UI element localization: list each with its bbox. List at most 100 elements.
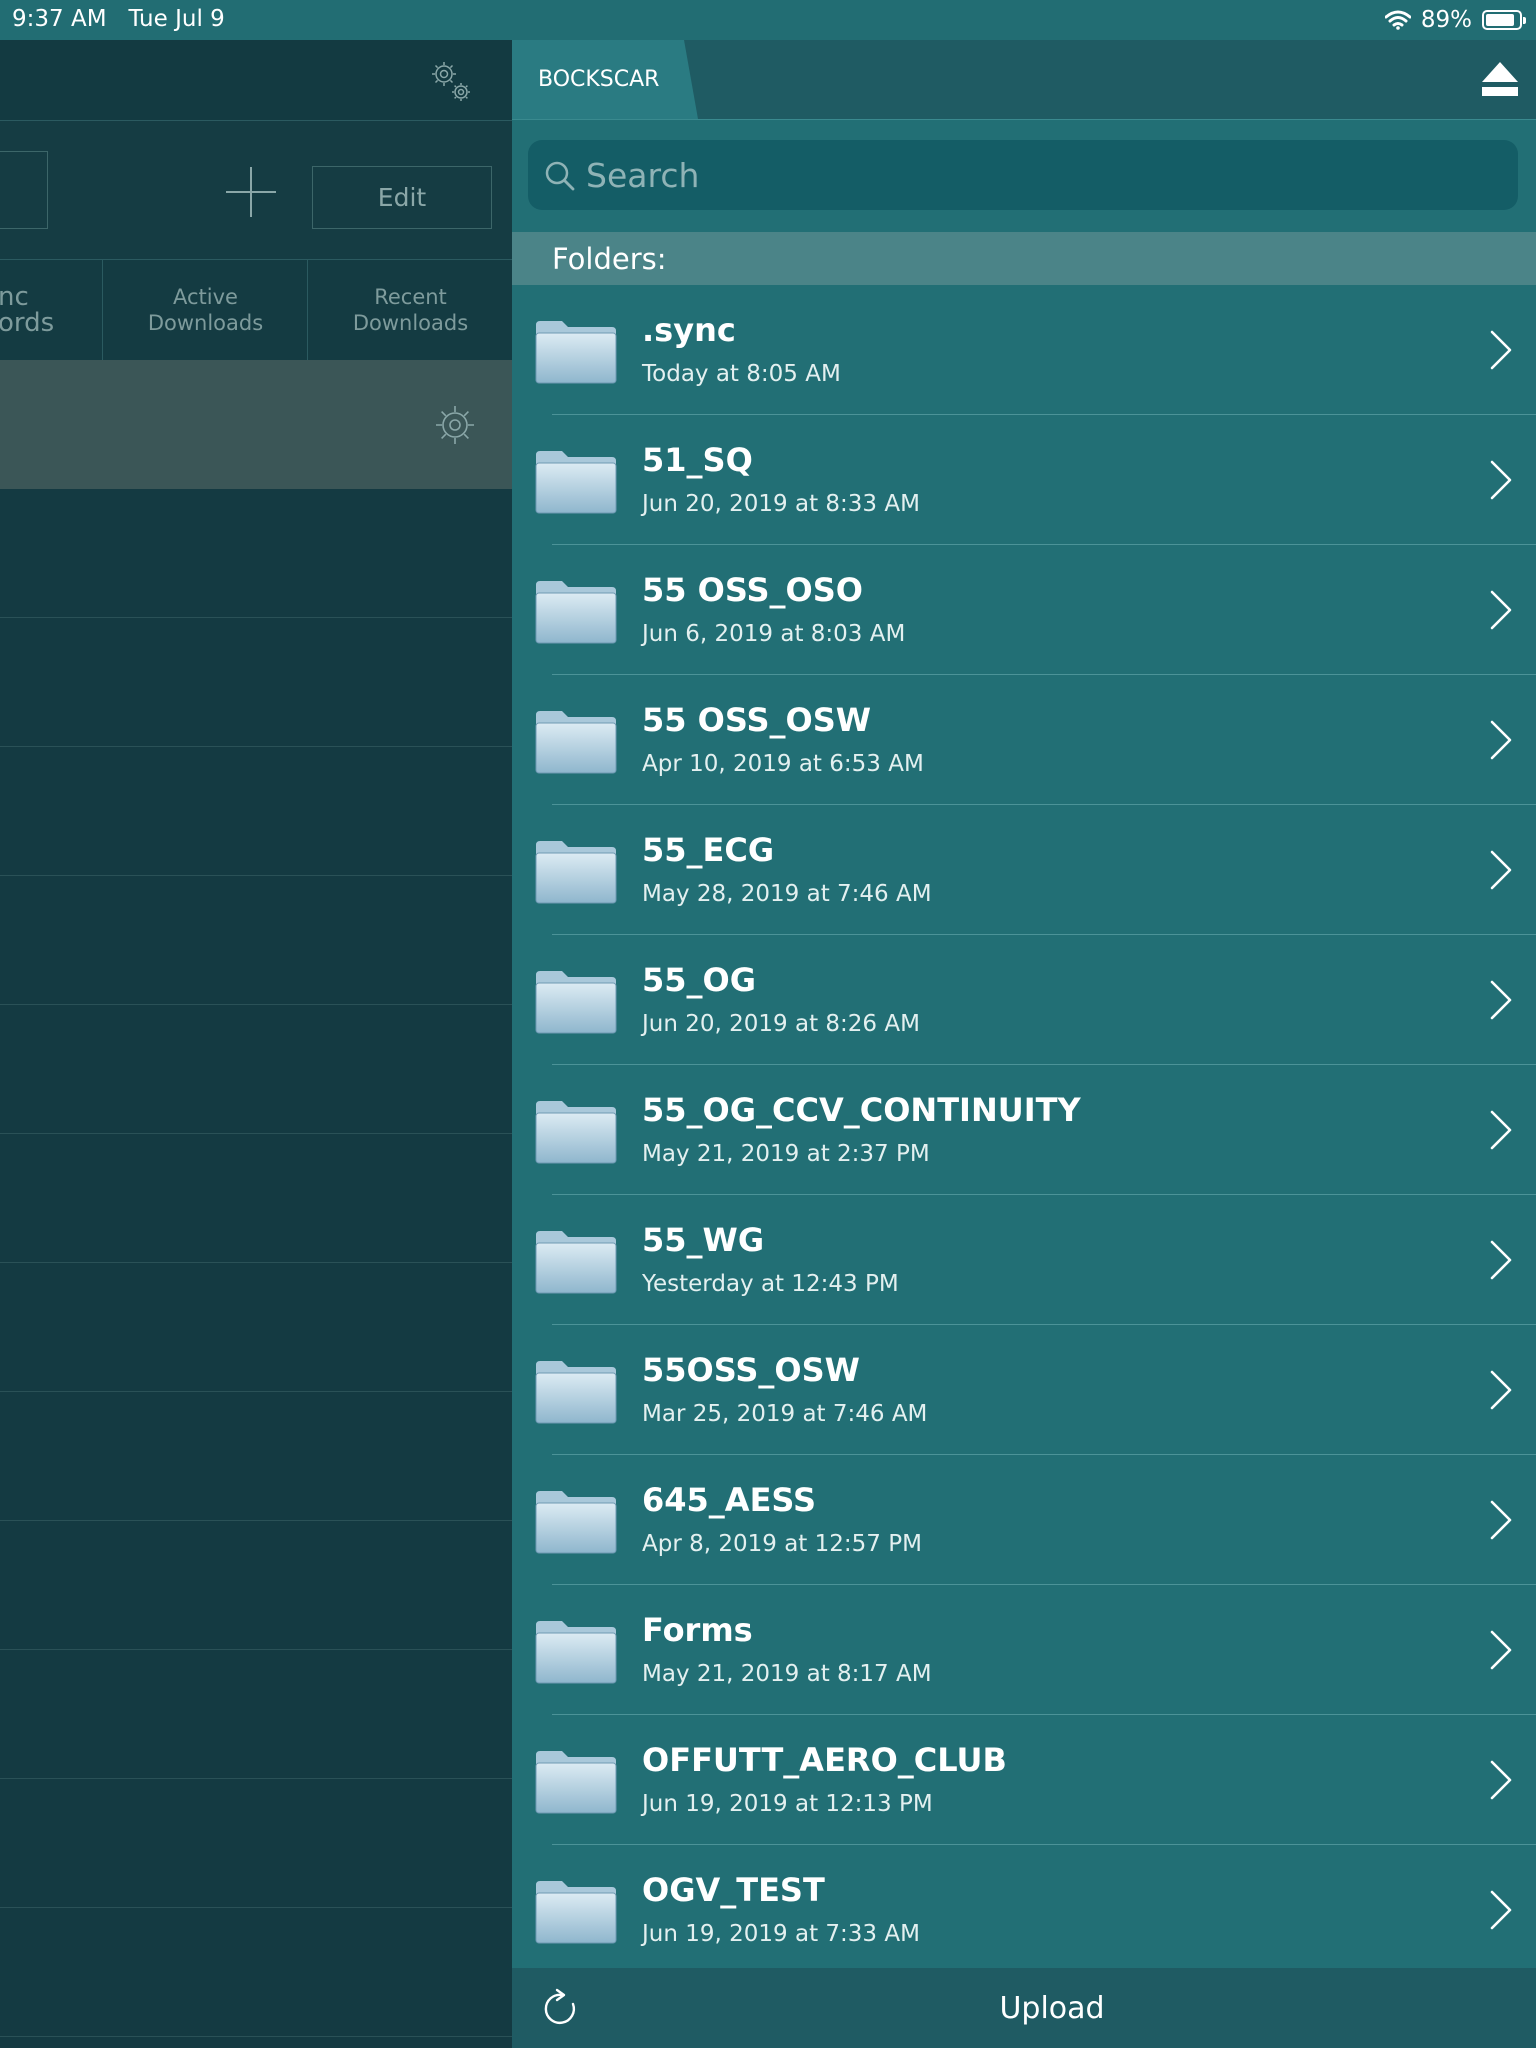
battery-icon xyxy=(1482,10,1526,30)
chevron-right-icon xyxy=(1490,720,1512,760)
tab-sync-records[interactable]: nc ords xyxy=(0,260,98,360)
folder-icon xyxy=(535,841,617,904)
left-toolbar: Edit xyxy=(0,121,512,259)
folder-name: 51_SQ xyxy=(642,441,753,479)
folder-name: 55 OSS_OSW xyxy=(642,701,872,739)
folder-row[interactable]: 55_OG Jun 20, 2019 at 8:26 AM xyxy=(512,935,1536,1065)
tab-recent-line2: Downloads xyxy=(352,311,469,335)
chevron-right-icon xyxy=(1490,330,1512,370)
list-item xyxy=(0,1521,512,1650)
wifi-icon xyxy=(1384,10,1411,30)
chevron-right-icon xyxy=(1490,1500,1512,1540)
list-item xyxy=(0,1392,512,1521)
folder-row[interactable]: 55 OSS_OSW Apr 10, 2019 at 6:53 AM xyxy=(512,675,1536,805)
folder-icon xyxy=(535,1881,617,1944)
search-input[interactable] xyxy=(586,155,1486,195)
folder-row[interactable]: 51_SQ Jun 20, 2019 at 8:33 AM xyxy=(512,415,1536,545)
selected-server-row[interactable] xyxy=(0,360,512,489)
folder-name: 55_OG_CCV_CONTINUITY xyxy=(642,1091,1081,1129)
tab-active-line1: Active xyxy=(173,285,238,309)
folder-row[interactable]: 645_AESS Apr 8, 2019 at 12:57 PM xyxy=(512,1455,1536,1585)
folder-name: .sync xyxy=(642,311,736,349)
chevron-right-icon xyxy=(1490,460,1512,500)
chevron-right-icon xyxy=(1490,1760,1512,1800)
folder-name: 55_OG xyxy=(642,961,756,999)
folder-icon xyxy=(535,1491,617,1554)
list-item xyxy=(0,1908,512,2037)
list-item xyxy=(0,618,512,747)
battery-percent: 89% xyxy=(1420,7,1472,33)
folder-date: May 21, 2019 at 2:37 PM xyxy=(642,1141,930,1167)
folder-icon xyxy=(535,1751,617,1814)
chevron-right-icon xyxy=(1490,850,1512,890)
folder-icon xyxy=(535,1231,617,1294)
folder-date: Jun 19, 2019 at 7:33 AM xyxy=(642,1921,920,1947)
search-icon xyxy=(545,161,575,191)
chevron-right-icon xyxy=(1490,1370,1512,1410)
tab-sync-line2: ords xyxy=(0,308,55,338)
chevron-right-icon xyxy=(1490,1630,1512,1670)
left-tab-bar: nc ords Active Downloads Recent Download… xyxy=(0,259,512,361)
folder-name: OFFUTT_AERO_CLUB xyxy=(642,1741,1007,1779)
folder-date: Mar 25, 2019 at 7:46 AM xyxy=(642,1401,928,1427)
bottom-toolbar: Upload xyxy=(512,1968,1536,2048)
left-pane: Edit nc ords Active Downloads Recent Dow… xyxy=(0,40,512,2048)
folder-date: May 21, 2019 at 8:17 AM xyxy=(642,1661,932,1687)
folder-icon xyxy=(535,1101,617,1164)
left-nav-bar xyxy=(0,40,512,121)
tab-active-line2: Downloads xyxy=(147,311,264,335)
folder-name: 55_ECG xyxy=(642,831,775,869)
folder-icon xyxy=(535,581,617,644)
tab-recent-line1: Recent xyxy=(374,285,447,309)
edit-button[interactable]: Edit xyxy=(312,166,492,229)
folder-date: Today at 8:05 AM xyxy=(642,361,841,387)
folder-row[interactable]: .sync Today at 8:05 AM xyxy=(512,285,1536,415)
folder-name: Forms xyxy=(642,1611,753,1649)
folder-row[interactable]: 55 OSS_OSO Jun 6, 2019 at 8:03 AM xyxy=(512,545,1536,675)
folder-row[interactable]: 55_ECG May 28, 2019 at 7:46 AM xyxy=(512,805,1536,935)
list-item xyxy=(0,747,512,876)
list-item xyxy=(0,489,512,618)
left-segment-box[interactable] xyxy=(0,151,48,229)
tab-active-downloads[interactable]: Active Downloads xyxy=(102,260,308,360)
list-item xyxy=(0,1005,512,1134)
list-item xyxy=(0,1650,512,1779)
folder-date: Jun 20, 2019 at 8:26 AM xyxy=(642,1011,920,1037)
folder-row[interactable]: 55_WG Yesterday at 12:43 PM xyxy=(512,1195,1536,1325)
search-bar[interactable] xyxy=(528,140,1518,210)
folder-row[interactable]: OFFUTT_AERO_CLUB Jun 19, 2019 at 12:13 PM xyxy=(512,1715,1536,1845)
list-item xyxy=(0,876,512,1005)
folder-icon xyxy=(535,1621,617,1684)
folder-date: Yesterday at 12:43 PM xyxy=(642,1271,899,1297)
status-time: 9:37 AM Tue Jul 9 xyxy=(12,6,225,32)
chevron-right-icon xyxy=(1490,980,1512,1020)
folder-name: 55OSS_OSW xyxy=(642,1351,860,1389)
folder-date: Jun 6, 2019 at 8:03 AM xyxy=(642,621,906,647)
eject-icon[interactable] xyxy=(1480,60,1520,98)
folder-icon xyxy=(535,711,617,774)
folder-name: 55 OSS_OSO xyxy=(642,571,863,609)
status-time-value: 9:37 AM xyxy=(12,6,107,32)
status-date: Tue Jul 9 xyxy=(128,6,225,32)
plus-icon[interactable] xyxy=(224,165,278,219)
folder-row[interactable]: 55_OG_CCV_CONTINUITY May 21, 2019 at 2:37… xyxy=(512,1065,1536,1195)
folder-row[interactable]: Forms May 21, 2019 at 8:17 AM xyxy=(512,1585,1536,1715)
tab-recent-downloads[interactable]: Recent Downloads xyxy=(307,260,512,360)
chevron-right-icon xyxy=(1490,590,1512,630)
folder-icon xyxy=(535,451,617,514)
upload-button[interactable]: Upload xyxy=(512,1968,1536,2048)
folder-icon xyxy=(535,971,617,1034)
folder-icon xyxy=(535,1361,617,1424)
folder-row[interactable]: OGV_TEST Jun 19, 2019 at 7:33 AM xyxy=(512,1845,1536,1975)
refresh-icon[interactable] xyxy=(540,1988,582,2030)
gears-icon[interactable] xyxy=(424,54,476,106)
folder-name: 55_WG xyxy=(642,1221,765,1259)
folder-date: Jun 19, 2019 at 12:13 PM xyxy=(642,1791,933,1817)
gear-icon[interactable] xyxy=(432,402,478,448)
folder-row[interactable]: 55OSS_OSW Mar 25, 2019 at 7:46 AM xyxy=(512,1325,1536,1455)
status-indicators: 89% xyxy=(1384,6,1526,34)
chevron-right-icon xyxy=(1490,1240,1512,1280)
server-tab[interactable]: BOCKSCAR xyxy=(512,40,698,119)
right-pane: BOCKSCAR Folders: .sync Today at 8:05 AM 5… xyxy=(512,40,1536,2048)
status-bar: 9:37 AM Tue Jul 9 89% xyxy=(0,0,1536,40)
